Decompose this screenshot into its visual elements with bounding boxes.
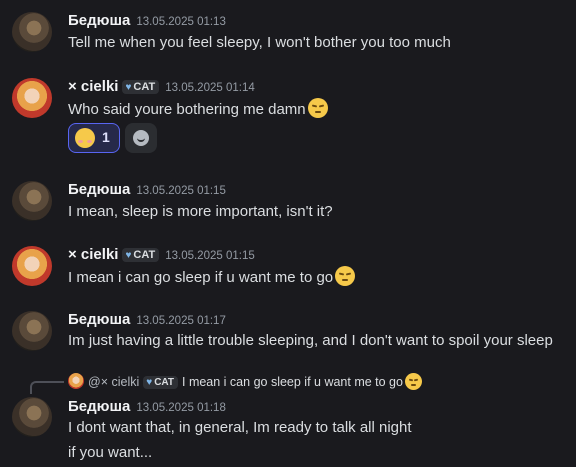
reply-avatar	[68, 373, 84, 389]
add-emoji-icon	[133, 130, 149, 146]
pensive-emoji-icon	[307, 98, 328, 118]
timestamp: 13.05.2025 01:17	[136, 315, 226, 327]
avatar[interactable]	[12, 397, 52, 437]
timestamp: 13.05.2025 01:13	[136, 16, 226, 28]
author-name[interactable]: Бедюша	[68, 311, 130, 328]
message-text: Im just having a little trouble sleeping…	[68, 332, 553, 349]
avatar[interactable]	[12, 181, 52, 221]
message-text-line2: if you want...	[68, 444, 153, 461]
message-text: I mean i can go sleep if u want me to go	[68, 269, 334, 286]
message-text: Tell me when you feel sleepy, I won't bo…	[68, 34, 451, 51]
reply-connector	[30, 381, 64, 394]
author-name[interactable]: Бедюша	[68, 398, 130, 415]
author-name[interactable]: × cielki	[68, 246, 118, 263]
heart-icon: ♥	[125, 250, 132, 261]
author-name[interactable]: Бедюша	[68, 181, 130, 198]
author-name[interactable]: Бедюша	[68, 12, 130, 29]
clan-tag[interactable]: ♥ CAT	[122, 80, 160, 94]
timestamp: 13.05.2025 01:15	[165, 250, 255, 262]
avatar[interactable]	[12, 78, 52, 118]
reaction-count: 1	[102, 129, 110, 145]
timestamp: 13.05.2025 01:14	[165, 82, 255, 94]
pensive-emoji-icon	[335, 266, 356, 286]
clan-tag: ♥ CAT	[143, 376, 178, 389]
reply-preview[interactable]: @× cielki ♥ CAT I mean i can go sleep if u …	[68, 373, 422, 390]
message-text: Who said youre bothering me damn	[68, 101, 306, 118]
heart-icon: ♥	[146, 377, 153, 388]
reply-text: I mean i can go sleep if u want me to go	[182, 375, 403, 389]
relieved-emoji-icon	[75, 128, 95, 148]
avatar[interactable]	[12, 246, 52, 286]
heart-icon: ♥	[125, 82, 132, 93]
add-reaction-button[interactable]	[125, 123, 157, 153]
reply-author[interactable]: @× cielki	[88, 375, 139, 389]
message-text: I dont want that, in general, Im ready t…	[68, 419, 412, 436]
clan-tag[interactable]: ♥ CAT	[122, 248, 160, 262]
avatar[interactable]	[12, 311, 52, 351]
pensive-emoji-icon	[404, 373, 422, 390]
author-name[interactable]: × cielki	[68, 78, 118, 95]
timestamp: 13.05.2025 01:18	[136, 402, 226, 414]
message-text: I mean, sleep is more important, isn't i…	[68, 203, 333, 220]
timestamp: 13.05.2025 01:15	[136, 185, 226, 197]
avatar[interactable]	[12, 12, 52, 52]
reaction-button[interactable]: 1	[68, 123, 120, 153]
